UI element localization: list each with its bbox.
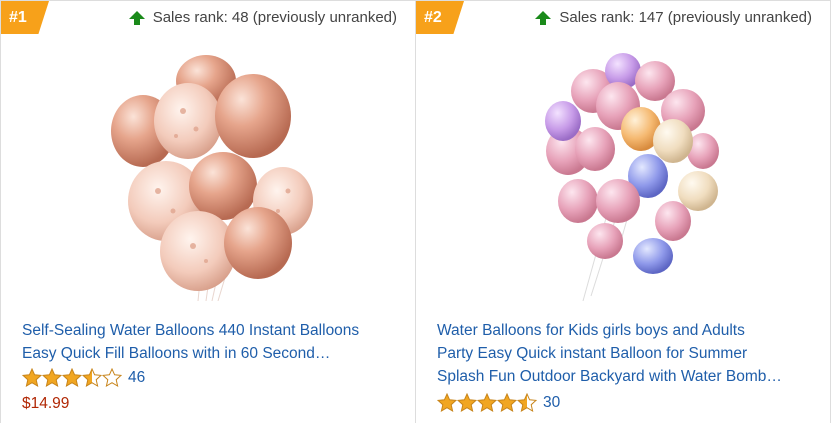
star-icon bbox=[437, 393, 457, 413]
product-title-link[interactable]: Self-Sealing Water Balloons 440 Instant … bbox=[22, 319, 401, 365]
sales-rank: Sales rank: 48 (previously unranked) bbox=[128, 9, 397, 26]
star-rating[interactable]: 46 bbox=[22, 368, 145, 388]
product-card-1[interactable]: #1 Sales rank: 48 (previously unranked) bbox=[0, 0, 416, 423]
rank-badge: #1 bbox=[1, 1, 49, 34]
product-title-line[interactable]: Easy Quick Fill Balloons with in 60 Seco… bbox=[22, 342, 401, 365]
product-title-line[interactable]: Party Easy Quick instant Balloon for Sum… bbox=[437, 342, 816, 365]
rank-up-arrow-icon bbox=[535, 10, 552, 25]
product-card-2[interactable]: #2 Sales rank: 147 (previously unranked) bbox=[416, 0, 831, 423]
sales-rank-text: Sales rank: 48 (previously unranked) bbox=[152, 9, 397, 26]
star-icon bbox=[42, 368, 62, 388]
product-title-line[interactable]: Self-Sealing Water Balloons 440 Instant … bbox=[22, 319, 401, 342]
product-image[interactable] bbox=[88, 51, 328, 301]
star-icon bbox=[477, 393, 497, 413]
rating-count-link[interactable]: 30 bbox=[543, 394, 560, 412]
rank-badge: #2 bbox=[416, 1, 464, 34]
sales-rank-text: Sales rank: 147 (previously unranked) bbox=[559, 9, 812, 26]
empty-star-icon bbox=[102, 368, 122, 388]
product-title-line[interactable]: Water Balloons for Kids girls boys and A… bbox=[437, 319, 816, 342]
star-icon bbox=[22, 368, 42, 388]
rank-up-arrow-icon bbox=[128, 10, 145, 25]
product-image[interactable] bbox=[523, 51, 723, 301]
price: $14.99 bbox=[22, 395, 70, 412]
star-icon bbox=[457, 393, 477, 413]
product-title-link[interactable]: Water Balloons for Kids girls boys and A… bbox=[437, 319, 816, 388]
star-icon bbox=[497, 393, 517, 413]
rating-count-link[interactable]: 46 bbox=[128, 369, 145, 387]
sales-rank: Sales rank: 147 (previously unranked) bbox=[535, 9, 812, 26]
half-star-icon bbox=[82, 368, 102, 388]
product-title-line[interactable]: Splash Fun Outdoor Backyard with Water B… bbox=[437, 365, 816, 388]
star-rating[interactable]: 30 bbox=[437, 393, 560, 413]
stars bbox=[437, 393, 537, 413]
star-icon bbox=[62, 368, 82, 388]
half-star-icon bbox=[517, 393, 537, 413]
stars bbox=[22, 368, 122, 388]
